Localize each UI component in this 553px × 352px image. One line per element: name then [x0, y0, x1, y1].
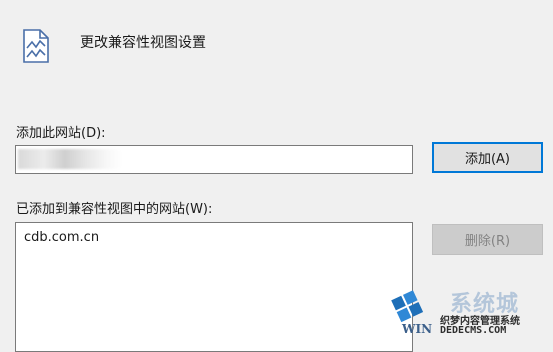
list-item[interactable]: cdb.com.cn: [24, 229, 404, 247]
add-site-label: 添加此网站(D):: [16, 126, 106, 141]
site-list[interactable]: cdb.com.cn: [15, 222, 413, 352]
compat-view-page-icon: [22, 28, 50, 64]
add-button[interactable]: 添加(A): [432, 142, 543, 173]
site-list-label: 已添加到兼容性视图中的网站(W):: [16, 202, 213, 217]
watermark-sub-en: DEDECMS.COM: [440, 325, 507, 336]
watermark-win: WIN: [402, 322, 433, 336]
watermark: 系统城 WIN 织梦内容管理系统 DEDECMS.COM: [380, 282, 553, 341]
remove-button: 删除(R): [432, 224, 543, 255]
dialog-title: 更改兼容性视图设置: [80, 35, 206, 51]
redacted-url: [18, 149, 122, 169]
